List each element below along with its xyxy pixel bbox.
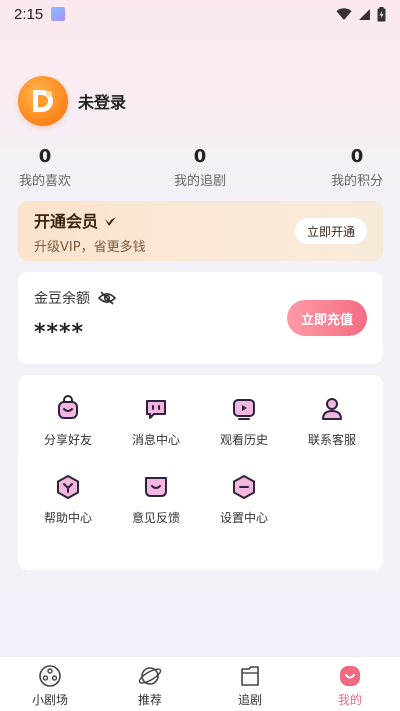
menu-item-label: 消息中心 [131, 433, 180, 447]
bottom-tab-bar: 小剧场 推荐 追剧 我的 [0, 656, 400, 711]
stat-label: 我的积分 [330, 174, 383, 189]
vip-card[interactable]: 开通会员 升级VIP，省更多钱 立即开通 [18, 201, 383, 261]
vip-title: 开通会员 [34, 208, 146, 232]
avatar[interactable] [18, 76, 68, 126]
menu-item-help[interactable]: 帮助中心 [24, 473, 112, 526]
planet-icon [138, 667, 162, 685]
menu-item-label: 分享好友 [43, 433, 92, 447]
film-reel-icon [39, 665, 61, 687]
share-icon [58, 395, 78, 419]
menu-item-history[interactable]: 观看历史 [200, 395, 288, 448]
settings-icon [233, 475, 255, 499]
vip-badge-icon [104, 217, 116, 226]
stat-points[interactable]: 0 我的积分 [312, 146, 400, 189]
tab-mine[interactable]: 我的 [310, 663, 390, 708]
history-icon [233, 399, 255, 420]
status-time: 2:15 [14, 5, 44, 23]
vip-text-block: 开通会员 升级VIP，省更多钱 [34, 208, 146, 255]
stat-following[interactable]: 0 我的追剧 [155, 146, 245, 189]
menu-item-label: 帮助中心 [43, 511, 92, 525]
app-logo-icon [33, 90, 53, 112]
menu-item-label: 观看历史 [219, 433, 268, 447]
stat-label: 我的追剧 [173, 174, 226, 189]
open-vip-button[interactable]: 立即开通 [294, 218, 367, 244]
battery-icon [377, 6, 386, 21]
tab-label: 我的 [337, 693, 362, 707]
message-icon [146, 400, 166, 419]
service-icon [322, 398, 342, 420]
menu-item-feedback[interactable]: 意见反馈 [112, 473, 200, 526]
tab-recommend[interactable]: 推荐 [110, 663, 190, 708]
stat-value: 0 [193, 146, 207, 167]
profile-icon [340, 666, 360, 686]
help-icon [57, 475, 79, 499]
tab-following[interactable]: 追剧 [210, 663, 290, 708]
status-icons [336, 6, 386, 22]
stat-value: 0 [350, 146, 364, 167]
stats-row: 0 我的喜欢 0 我的追剧 0 我的积分 [0, 146, 400, 190]
wifi-icon [336, 7, 352, 20]
stat-likes[interactable]: 0 我的喜欢 [0, 146, 90, 189]
feature-menu-card: 分享好友 消息中心 观看历史 联系客服 帮助中心 意见反馈 设置中心 [18, 375, 383, 570]
folder-icon [241, 666, 259, 686]
login-status-text[interactable]: 未登录 [78, 89, 126, 113]
app-notification-icon [51, 7, 66, 21]
tab-theater[interactable]: 小剧场 [10, 663, 90, 708]
eye-hidden-icon[interactable] [98, 291, 116, 305]
signal-icon [359, 8, 370, 20]
status-bar: 2:15 [0, 0, 400, 28]
menu-item-label: 设置中心 [219, 511, 268, 525]
tab-label: 小剧场 [31, 693, 68, 707]
menu-item-settings[interactable]: 设置中心 [200, 473, 288, 526]
menu-item-label: 联系客服 [307, 433, 356, 447]
menu-item-label: 意见反馈 [131, 511, 180, 525]
coin-balance-label: 金豆余额 [34, 291, 90, 307]
recharge-button[interactable]: 立即充值 [287, 300, 367, 336]
coin-balance-card: 金豆余额 **** 立即充值 [18, 272, 383, 364]
stat-label: 我的喜欢 [18, 174, 71, 189]
menu-item-share[interactable]: 分享好友 [24, 395, 112, 448]
menu-item-support[interactable]: 联系客服 [288, 395, 376, 448]
vip-subtitle: 升级VIP，省更多钱 [34, 239, 146, 255]
tab-label: 推荐 [137, 693, 162, 707]
feedback-icon [145, 477, 167, 497]
stat-value: 0 [38, 146, 52, 167]
menu-item-messages[interactable]: 消息中心 [112, 395, 200, 448]
tab-label: 追剧 [237, 693, 262, 707]
vip-title-text: 开通会员 [34, 211, 99, 231]
profile-header[interactable]: 未登录 [18, 76, 126, 126]
